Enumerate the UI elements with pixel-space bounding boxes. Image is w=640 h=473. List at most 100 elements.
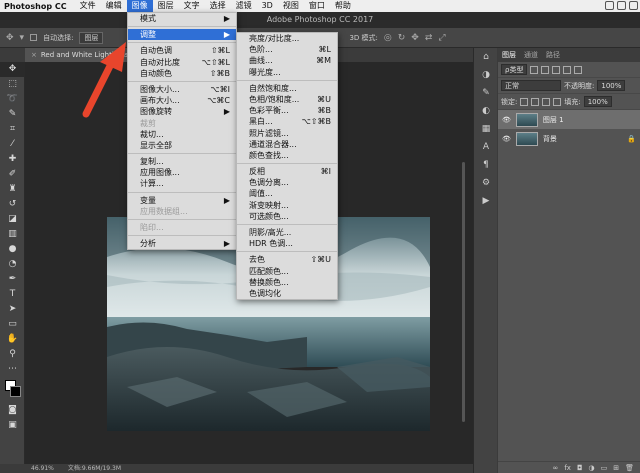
adjust-menu-item[interactable]: 色阶... ⌘L — [237, 44, 337, 55]
zoom-level[interactable]: 46.91% — [31, 464, 54, 473]
menu-filter[interactable]: 滤镜 — [231, 0, 257, 12]
swatches-icon[interactable]: ▦ — [474, 120, 498, 138]
timer-icon[interactable] — [617, 1, 626, 10]
chevron-down-icon[interactable]: ▾ — [20, 33, 25, 43]
close-icon[interactable]: × — [31, 51, 37, 59]
screen-mode-icon[interactable]: ▣ — [0, 418, 25, 433]
image-menu-item[interactable]: 自动颜色 ⇧⌘B — [128, 68, 236, 79]
lasso-tool-icon[interactable]: ➰ — [0, 92, 25, 107]
image-menu-item[interactable]: 画布大小... ⌥⌘C — [128, 95, 236, 106]
menu-select[interactable]: 选择 — [205, 0, 231, 12]
eyedropper-tool-icon[interactable]: ⁄ — [0, 137, 25, 152]
menu-edit[interactable]: 编辑 — [101, 0, 127, 12]
adjust-menu-item[interactable]: 自然饱和度... — [237, 83, 337, 94]
zoom-tool-icon[interactable]: ⚲ — [0, 347, 25, 362]
roll-icon[interactable]: ↻ — [398, 33, 406, 43]
adjust-menu-item[interactable]: 曝光度... — [237, 67, 337, 78]
lock-all-icon[interactable] — [553, 97, 562, 106]
filter-smart-icon[interactable] — [574, 65, 583, 74]
image-menu-item[interactable]: 显示全部 — [128, 140, 236, 151]
orbit-icon[interactable]: ◎ — [384, 33, 392, 43]
crop-tool-icon[interactable]: ⌗ — [0, 122, 25, 137]
marquee-tool-icon[interactable]: ⬚ — [0, 77, 25, 92]
blur-tool-icon[interactable]: ● — [0, 242, 25, 257]
rectangle-tool-icon[interactable]: ▭ — [0, 317, 25, 332]
lock-position-icon[interactable] — [531, 97, 540, 106]
adjust-menu-item[interactable]: HDR 色调... — [237, 238, 337, 249]
filter-pixel-icon[interactable] — [530, 65, 539, 74]
adjust-menu-item[interactable]: 可选颜色... — [237, 211, 337, 222]
menu-3d[interactable]: 3D — [257, 0, 278, 12]
dodge-tool-icon[interactable]: ◔ — [0, 257, 25, 272]
image-menu-item[interactable]: 调整 ▶ — [128, 29, 236, 41]
adjust-menu-item[interactable]: 替换颜色... — [237, 277, 337, 288]
history-brush-tool-icon[interactable]: ↺ — [0, 197, 25, 212]
link-icon[interactable]: ∞ — [553, 462, 559, 473]
slide-icon[interactable]: ⇄ — [425, 33, 433, 43]
pen-icon[interactable] — [605, 1, 614, 10]
more-tools-icon[interactable]: ⋯ — [0, 362, 25, 377]
gradient-tool-icon[interactable]: ▥ — [0, 227, 25, 242]
quick-select-tool-icon[interactable]: ✎ — [0, 107, 25, 122]
eraser-tool-icon[interactable]: ◪ — [0, 212, 25, 227]
image-menu-item[interactable]: 变量 ▶ — [128, 195, 236, 206]
menu-type[interactable]: 文字 — [179, 0, 205, 12]
adjust-menu-item[interactable]: 色调均化 — [237, 288, 337, 299]
menu-window[interactable]: 窗口 — [304, 0, 330, 12]
pen-tool-icon[interactable]: ✒ — [0, 272, 25, 287]
adjust-menu-item[interactable]: 阈值... — [237, 188, 337, 199]
menu-view[interactable]: 视图 — [278, 0, 304, 12]
menu-file[interactable]: 文件 — [75, 0, 101, 12]
hand-tool-icon[interactable]: ✋ — [0, 332, 25, 347]
color-icon[interactable]: ◐ — [474, 102, 498, 120]
character-icon[interactable]: A — [474, 138, 498, 156]
brush-tool-icon[interactable]: ✐ — [0, 167, 25, 182]
eye-icon[interactable]: 👁 — [502, 135, 511, 143]
vertical-scrollbar[interactable] — [462, 162, 465, 422]
move-tool-icon[interactable]: ✥ — [6, 33, 14, 43]
tab-layers[interactable]: 图层 — [502, 48, 516, 62]
control-icon[interactable] — [629, 1, 638, 10]
pan-icon[interactable]: ✥ — [411, 33, 419, 43]
properties-icon[interactable]: ⚙ — [474, 174, 498, 192]
menu-layer[interactable]: 图层 — [153, 0, 179, 12]
color-swatch-icon[interactable] — [0, 377, 25, 403]
adjustment-layer-icon[interactable]: ◑ — [589, 462, 595, 473]
fx-icon[interactable]: fx — [564, 462, 571, 473]
image-menu-item[interactable]: 应用图像... — [128, 167, 236, 178]
image-menu-item[interactable]: 图像旋转 ▶ — [128, 106, 236, 117]
history-icon[interactable]: ⌂ — [474, 48, 498, 66]
paragraph-icon[interactable]: ¶ — [474, 156, 498, 174]
auto-select-checkbox[interactable] — [30, 34, 38, 41]
layer-row[interactable]: 👁 图层 1 — [498, 110, 640, 129]
adjust-menu-item[interactable]: 反相 ⌘I — [237, 166, 337, 177]
image-menu-item[interactable]: 分析 ▶ — [128, 238, 236, 249]
adjust-menu-item[interactable]: 去色 ⇧⌘U — [237, 254, 337, 265]
quick-mask-icon[interactable]: ◙ — [0, 403, 25, 418]
blend-mode-dropdown[interactable]: 正常 — [501, 80, 561, 91]
tab-channels[interactable]: 通道 — [524, 48, 538, 62]
image-menu-item[interactable]: 自动对比度 ⌥⇧⌘L — [128, 57, 236, 68]
adjust-menu-item[interactable]: 色调分离... — [237, 177, 337, 188]
adjust-menu-item[interactable]: 阴影/高光... — [237, 227, 337, 238]
move-tool-icon[interactable]: ✥ — [0, 62, 25, 77]
adjust-menu-item[interactable]: 曲线... ⌘M — [237, 55, 337, 66]
trash-icon[interactable]: 🗑 — [625, 462, 634, 473]
actions-icon[interactable]: ▶ — [474, 192, 498, 210]
menu-help[interactable]: 帮助 — [330, 0, 356, 12]
fill-input[interactable]: 100% — [583, 96, 612, 107]
clone-stamp-tool-icon[interactable]: ♜ — [0, 182, 25, 197]
tab-paths[interactable]: 路径 — [546, 48, 560, 62]
adjust-menu-item[interactable]: 颜色查找... — [237, 150, 337, 161]
brush-settings-icon[interactable]: ✎ — [474, 84, 498, 102]
image-menu-item[interactable]: 计算... — [128, 178, 236, 189]
adjust-menu-item[interactable]: 通道混合器... — [237, 139, 337, 150]
adjust-menu-item[interactable]: 照片滤镜... — [237, 128, 337, 139]
image-menu-item[interactable]: 复制... — [128, 156, 236, 167]
adjust-menu-item[interactable]: 色相/饱和度... ⌘U — [237, 94, 337, 105]
eye-icon[interactable]: 👁 — [502, 116, 511, 124]
adjust-menu-item[interactable]: 匹配颜色... — [237, 266, 337, 277]
mask-icon[interactable]: ◘ — [577, 462, 583, 473]
type-tool-icon[interactable]: T — [0, 287, 25, 302]
adjustments-icon[interactable]: ◑ — [474, 66, 498, 84]
